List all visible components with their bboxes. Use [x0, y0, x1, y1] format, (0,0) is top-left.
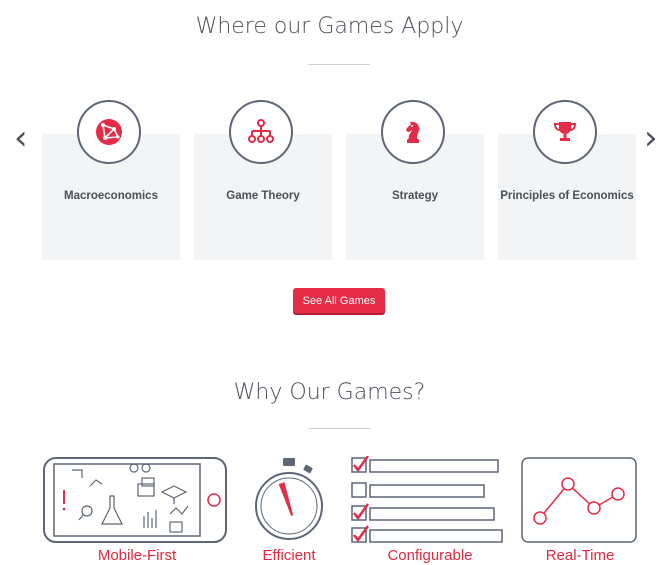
feature-label-efficient: Efficient [262, 547, 316, 564]
category-card-macroeconomics[interactable]: Macroeconomics [42, 100, 180, 260]
globe-network-icon [77, 100, 141, 164]
line-graph-icon [521, 457, 637, 543]
card-label: Strategy [391, 190, 439, 202]
stopwatch-icon [255, 458, 323, 540]
card-label: Game Theory [226, 190, 300, 202]
title-divider [308, 64, 370, 65]
section-title-applications: Where our Games Apply [195, 14, 464, 39]
see-all-games-button[interactable]: See All Games [293, 288, 385, 313]
feature-label-mobile-first: Mobile-First [97, 547, 177, 564]
category-card-principles[interactable]: Principles of Economics [498, 100, 636, 260]
chess-knight-icon [381, 100, 445, 164]
phone-illustration-icon [43, 457, 227, 543]
card-label: Principles of Economics [500, 190, 634, 202]
hierarchy-icon [229, 100, 293, 164]
carousel-next-arrow[interactable]: › [644, 118, 658, 158]
card-label: Macroeconomics [64, 190, 158, 202]
category-card-strategy[interactable]: Strategy [346, 100, 484, 260]
checklist-icon [351, 456, 503, 543]
trophy-icon [533, 100, 597, 164]
section-title-why: Why Our Games? [233, 380, 426, 405]
category-card-game-theory[interactable]: Game Theory [194, 100, 332, 260]
carousel-prev-arrow[interactable]: ‹ [14, 118, 28, 158]
feature-label-configurable: Configurable [387, 547, 473, 564]
title-divider [308, 428, 370, 429]
feature-label-real-time: Real-Time [545, 547, 615, 564]
